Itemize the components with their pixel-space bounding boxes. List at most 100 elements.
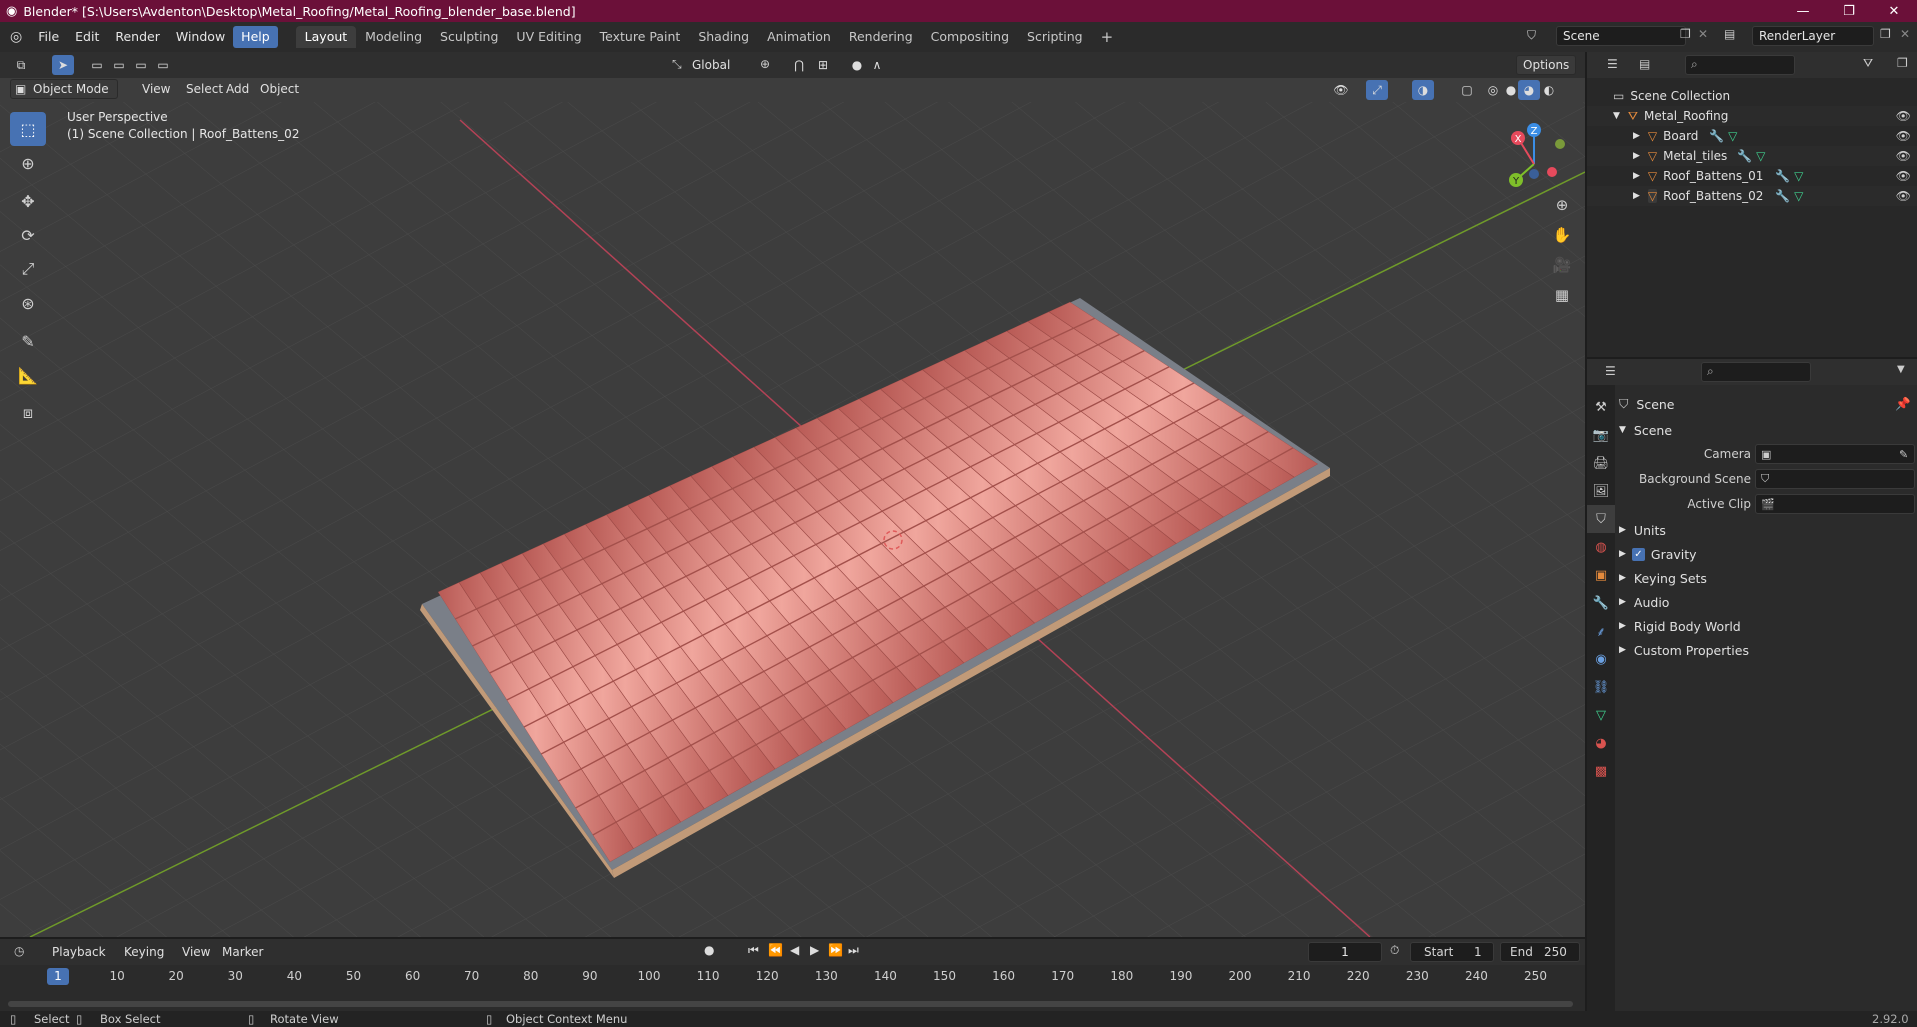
expand-arrow-icon[interactable]: ▶	[1633, 171, 1640, 181]
add-workspace-button[interactable]: +	[1092, 26, 1123, 48]
object-tab-icon[interactable]: ▣	[1587, 561, 1615, 589]
pin-icon[interactable]: 📌	[1895, 396, 1911, 412]
3d-viewport[interactable]: ⧉ ➤ ▭ ▭ ▭ ▭ ⤡ Global ⊕ ⋂ ⊞ ● ∧ Options O…	[0, 52, 1585, 937]
visibility-icon[interactable]: 👁	[1330, 80, 1352, 100]
camera-field[interactable]	[1755, 444, 1915, 464]
tab-texture-paint[interactable]: Texture Paint	[591, 26, 690, 48]
menu-marker[interactable]: Marker	[216, 942, 269, 962]
play-reverse-icon[interactable]: ◀	[790, 943, 799, 957]
stopwatch-icon[interactable]: ⏱	[1390, 943, 1399, 958]
new-view-layer-icon[interactable]: ❐	[1880, 27, 1891, 41]
scene-selector[interactable]: Scene	[1556, 26, 1686, 46]
cursor-tool-icon[interactable]: ⊕	[10, 146, 46, 180]
pan-hand-icon[interactable]: ✋	[1549, 222, 1575, 248]
background-scene-field[interactable]	[1755, 469, 1915, 489]
expand-arrow-icon[interactable]: ▶	[1633, 131, 1640, 141]
scene-tab-icon[interactable]: ⛉	[1587, 505, 1615, 533]
menu-edit[interactable]: Edit	[67, 26, 107, 48]
delete-view-layer-icon[interactable]: ✕	[1900, 27, 1910, 41]
snap-target-icon[interactable]: ⊞	[812, 55, 834, 75]
rigid-body-world-panel-header[interactable]: ▶ Rigid Body World	[1617, 615, 1917, 637]
filter-icon[interactable]: ⛛	[1863, 56, 1873, 71]
menu-object[interactable]: Object	[254, 79, 305, 99]
maximize-button[interactable]: ❐	[1826, 0, 1872, 22]
outliner-row-scene-collection[interactable]: ▭ Scene Collection	[1587, 86, 1917, 106]
timeline-editor-icon[interactable]: ◷	[14, 944, 24, 958]
outliner-row-roof-battens-01[interactable]: ▶ ▽ Roof_Battens_01 🔧 ▽ 👁	[1587, 166, 1917, 186]
xray-icon[interactable]: ▢	[1456, 80, 1478, 100]
transform-tool-icon[interactable]: ⊛	[10, 286, 46, 320]
units-panel-header[interactable]: ▶ Units	[1617, 519, 1917, 541]
chevron-down-icon[interactable]: ▼	[1897, 364, 1905, 375]
modifier-icon[interactable]: 🔧	[1737, 149, 1752, 163]
delete-scene-icon[interactable]: ✕	[1698, 27, 1708, 41]
modifier-icon[interactable]: 🔧	[1775, 189, 1790, 203]
expand-arrow-icon[interactable]: ▶	[1633, 191, 1640, 201]
record-icon[interactable]: ●	[704, 943, 714, 957]
pivot-icon[interactable]: ⊕	[760, 57, 770, 71]
physics-tab-icon[interactable]: ◉	[1587, 645, 1615, 673]
audio-panel-header[interactable]: ▶ Audio	[1617, 591, 1917, 613]
editor-type-icon[interactable]: ⧉	[10, 55, 32, 75]
overlay-toggle-icon[interactable]: ◑	[1412, 80, 1434, 100]
expand-arrow-icon[interactable]: ▶	[1633, 151, 1640, 161]
menu-keying[interactable]: Keying	[118, 942, 170, 962]
tab-scripting[interactable]: Scripting	[1018, 26, 1092, 48]
scene-panel-header[interactable]: ▼ Scene	[1617, 419, 1917, 441]
blender-menu-icon[interactable]: ◎	[10, 29, 22, 45]
outliner-editor-icon[interactable]: ☰	[1607, 57, 1618, 71]
constraints-tab-icon[interactable]: ⛓	[1587, 673, 1615, 701]
options-dropdown[interactable]: Options	[1516, 55, 1577, 75]
mesh-data-icon[interactable]: ▽	[1794, 189, 1803, 203]
gravity-checkbox[interactable]: ✓	[1631, 547, 1645, 561]
falloff-icon[interactable]: ∧	[866, 55, 888, 75]
mesh-data-icon[interactable]: ▽	[1728, 129, 1737, 143]
particles-tab-icon[interactable]: ⸙	[1587, 617, 1615, 645]
properties-editor-icon[interactable]: ☰	[1605, 364, 1616, 378]
outliner-search[interactable]	[1685, 55, 1795, 75]
tab-compositing[interactable]: Compositing	[922, 26, 1018, 48]
prev-keyframe-icon[interactable]: ⏪	[768, 943, 783, 957]
outliner-row-collection[interactable]: ▼ ⛛ Metal_Roofing 👁	[1587, 106, 1917, 126]
tab-sculpting[interactable]: Sculpting	[431, 26, 507, 48]
menu-view[interactable]: View	[136, 79, 176, 99]
select-new-icon[interactable]: ▭	[86, 55, 108, 75]
mesh-data-icon[interactable]: ▽	[1794, 169, 1803, 183]
move-tool-icon[interactable]: ✥	[10, 184, 46, 218]
scale-tool-icon[interactable]: ⤢	[10, 252, 46, 286]
frame-cursor[interactable]: 1	[47, 968, 69, 985]
render-tab-icon[interactable]: 📷	[1587, 421, 1615, 449]
rotate-tool-icon[interactable]: ⟳	[10, 218, 46, 252]
select-extend-icon[interactable]: ▭	[108, 55, 130, 75]
tab-animation[interactable]: Animation	[758, 26, 840, 48]
annotate-tool-icon[interactable]: ✎	[10, 324, 46, 358]
jump-start-icon[interactable]: ⏮	[748, 943, 759, 958]
keying-sets-panel-header[interactable]: ▶ Keying Sets	[1617, 567, 1917, 589]
custom-properties-panel-header[interactable]: ▶ Custom Properties	[1617, 639, 1917, 661]
visibility-eye-icon[interactable]: 👁	[1896, 149, 1911, 163]
material-shading-icon[interactable]: ◕	[1518, 80, 1540, 100]
viewport-scene[interactable]	[0, 52, 1585, 937]
tab-uv-editing[interactable]: UV Editing	[507, 26, 590, 48]
display-mode-icon[interactable]: ▤	[1639, 57, 1650, 71]
tab-shading[interactable]: Shading	[689, 26, 758, 48]
view-layer-selector[interactable]: RenderLayer	[1752, 26, 1874, 46]
rendered-shading-icon[interactable]: ◐	[1538, 80, 1560, 100]
select-subtract-icon[interactable]: ▭	[130, 55, 152, 75]
ortho-grid-icon[interactable]: ▦	[1549, 282, 1575, 308]
menu-window[interactable]: Window	[168, 26, 233, 48]
menu-file[interactable]: File	[30, 26, 67, 48]
menu-add[interactable]: Add	[220, 79, 255, 99]
menu-help[interactable]: Help	[233, 26, 278, 48]
menu-playback[interactable]: Playback	[46, 942, 112, 962]
menu-timeline-view[interactable]: View	[176, 942, 216, 962]
tab-layout[interactable]: Layout	[295, 26, 357, 48]
measure-tool-icon[interactable]: 📐	[10, 358, 46, 392]
navigation-gizmo[interactable]: Z Y X	[1500, 120, 1580, 190]
modifier-icon[interactable]: 🔧	[1709, 129, 1724, 143]
next-keyframe-icon[interactable]: ⏩	[828, 943, 843, 957]
expand-arrow-icon[interactable]: ▼	[1613, 111, 1620, 121]
visibility-eye-icon[interactable]: 👁	[1896, 129, 1911, 143]
material-tab-icon[interactable]: ◕	[1587, 729, 1615, 757]
transform-orientation-dropdown[interactable]: Global	[686, 55, 736, 75]
